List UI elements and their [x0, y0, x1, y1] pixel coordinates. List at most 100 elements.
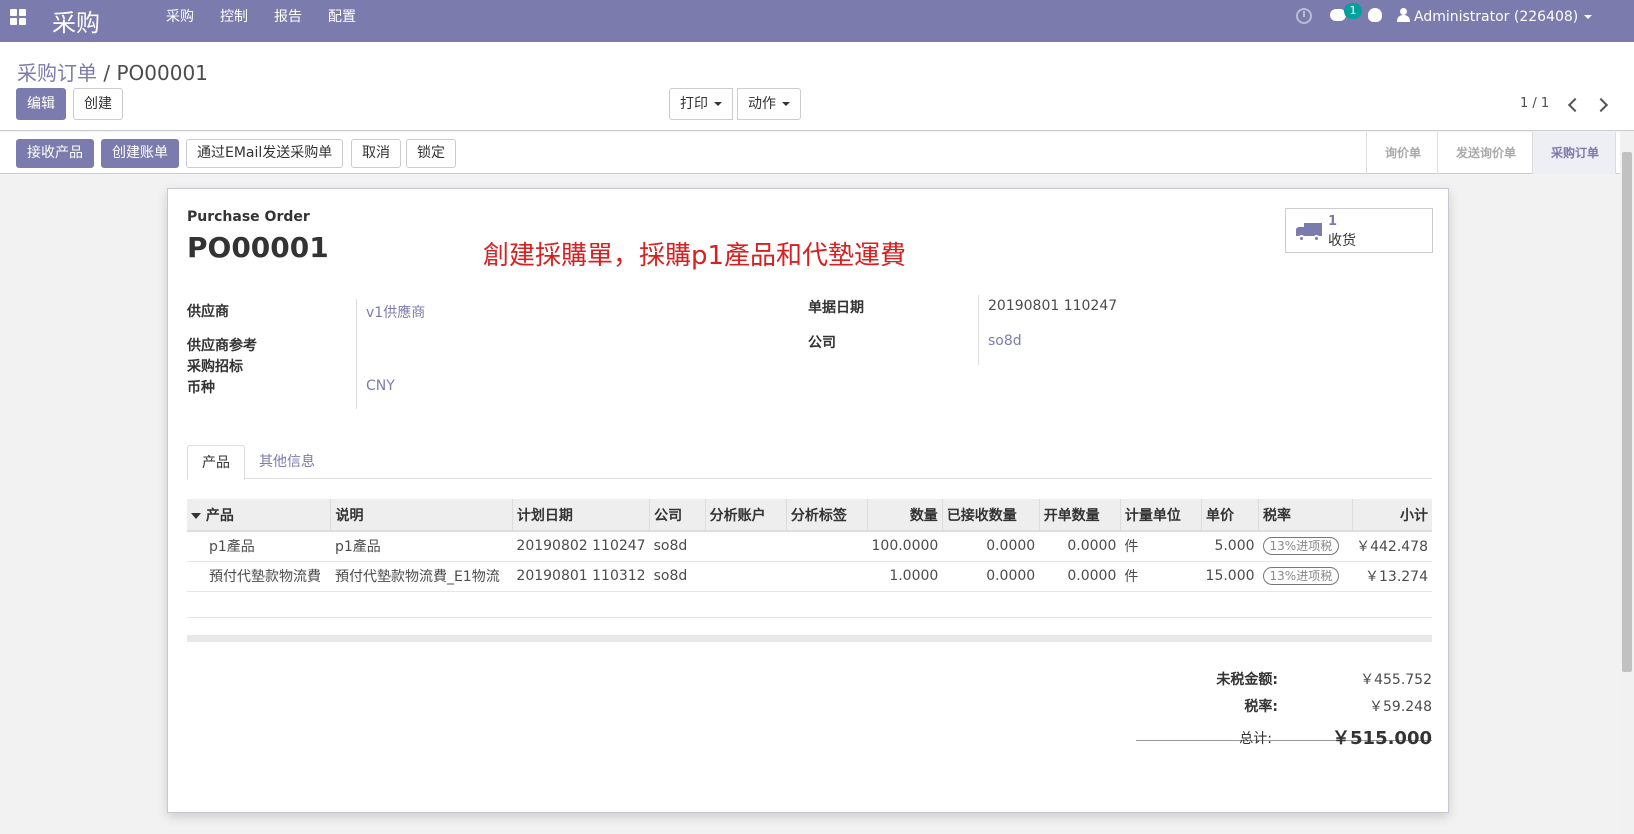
apps-menu-icon[interactable]: [10, 9, 26, 25]
cell-date: 20190801 110312: [512, 561, 650, 592]
form-sheet: Purchase Order PO00001 創建採購單，採購p1產品和代墊運費…: [167, 188, 1449, 813]
cell-billed: 0.0000: [1039, 531, 1121, 562]
receive-products-button[interactable]: 接收产品: [16, 139, 94, 168]
stage-rfq-sent[interactable]: 发送询价单: [1438, 132, 1533, 174]
cell-analytic-account: [705, 561, 787, 592]
debug-bug-icon[interactable]: [1368, 8, 1382, 22]
column-header[interactable]: 产品: [187, 499, 331, 532]
receipts-count: 1: [1328, 214, 1338, 229]
column-header[interactable]: 说明: [330, 499, 513, 532]
cancel-button[interactable]: 取消: [351, 139, 401, 168]
breadcrumb-separator: /: [103, 61, 111, 85]
cell-taxes: 13%进项税: [1258, 561, 1352, 592]
currency-field[interactable]: CNY: [366, 378, 395, 394]
stage-purchase-order[interactable]: 采购订单: [1532, 132, 1616, 174]
column-header[interactable]: 公司: [649, 499, 706, 532]
column-header[interactable]: 开单数量: [1038, 499, 1121, 532]
sort-down-icon: [191, 512, 201, 519]
column-header[interactable]: 小计: [1351, 499, 1432, 532]
column-header[interactable]: 分析标签: [785, 499, 868, 532]
breadcrumb-current: PO00001: [116, 61, 208, 85]
tax-badge: 13%进项税: [1262, 567, 1340, 585]
company-field[interactable]: so8d: [988, 333, 1022, 349]
field-divider: [356, 299, 357, 409]
lock-button[interactable]: 锁定: [406, 139, 456, 168]
column-header[interactable]: 分析账户: [704, 499, 787, 532]
cell-received: 0.0000: [942, 561, 1040, 592]
user-menu[interactable]: Administrator (226408): [1414, 0, 1593, 34]
breadcrumb: 采购订单 / PO00001: [17, 57, 208, 86]
cell-description: p1產品: [330, 531, 513, 562]
top-navbar: 采购 采购 控制 报告 配置 1 Administrator (226408): [0, 0, 1634, 42]
scrollbar-thumb[interactable]: [1622, 152, 1632, 672]
activity-clock-icon[interactable]: [1296, 8, 1312, 24]
cell-company: so8d: [649, 531, 706, 562]
table-header-row: 产品 说明 计划日期 公司 分析账户 分析标签 数量 已接收数量 开单数量 计量…: [187, 499, 1432, 532]
send-po-email-button[interactable]: 通过EMail发送采购单: [186, 139, 344, 168]
action-label: 动作: [748, 96, 776, 112]
notebook-tabs: 产品 其他信息: [187, 445, 1432, 480]
cell-quantity: 1.0000: [867, 561, 943, 592]
tab-other-info[interactable]: 其他信息: [245, 445, 329, 480]
menu-item-config[interactable]: 配置: [328, 0, 366, 42]
cell-subtotal: ￥13.274: [1352, 561, 1432, 592]
column-header[interactable]: 税率: [1258, 499, 1352, 532]
document-date-label: 单据日期: [808, 300, 864, 316]
cell-taxes: 13%进项税: [1258, 531, 1352, 562]
cell-uom: 件: [1120, 561, 1202, 592]
column-header[interactable]: 单价: [1201, 499, 1259, 532]
vendor-field[interactable]: v1供應商: [366, 302, 425, 322]
cell-billed: 0.0000: [1039, 561, 1121, 592]
document-type: Purchase Order: [187, 209, 310, 225]
untaxed-amount-label: 未税金额:: [1216, 672, 1278, 688]
receipts-label: 收货: [1328, 233, 1356, 249]
cell-analytic-tags: [786, 531, 868, 562]
cell-description: 預付代墊款物流費_E1物流: [330, 561, 513, 592]
menu-item-report[interactable]: 报告: [274, 0, 312, 42]
column-header[interactable]: 计量单位: [1119, 499, 1202, 532]
stage-rfq[interactable]: 询价单: [1367, 132, 1438, 174]
caret-down-icon: [1584, 15, 1593, 19]
chat-badge: 1: [1344, 3, 1362, 19]
order-lines-table: 产品 说明 计划日期 公司 分析账户 分析标签 数量 已接收数量 开单数量 计量…: [187, 499, 1432, 592]
cell-uom: 件: [1120, 531, 1202, 562]
document-date-field: 20190801 110247: [988, 298, 1118, 314]
action-dropdown[interactable]: 动作: [737, 88, 801, 120]
cell-product: 預付代墊款物流費: [187, 561, 331, 592]
tab-products[interactable]: 产品: [187, 445, 245, 480]
edit-button[interactable]: 编辑: [16, 88, 66, 120]
annotation-text: 創建採購單，採購p1產品和代墊運費: [483, 241, 907, 271]
breadcrumb-parent[interactable]: 采购订单: [17, 61, 97, 85]
table-footer: [187, 635, 1432, 642]
tax-amount-label: 税率:: [1244, 699, 1278, 715]
column-header[interactable]: 计划日期: [511, 499, 650, 532]
status-stages: 询价单 发送询价单 采购订单: [1365, 132, 1616, 174]
pager-next-icon[interactable]: [1593, 97, 1609, 113]
tax-badge: 13%进项税: [1262, 537, 1340, 556]
cell-quantity: 100.0000: [867, 531, 943, 562]
caret-down-icon: [782, 102, 790, 106]
cell-analytic-tags: [786, 561, 868, 592]
tax-amount-value: ￥59.248: [1369, 699, 1432, 715]
print-dropdown[interactable]: 打印: [669, 88, 733, 120]
menu-item-purchase[interactable]: 采购: [166, 0, 204, 42]
table-row[interactable]: p1產品 p1產品 20190802 110247 so8d 100.0000 …: [187, 531, 1432, 562]
column-header[interactable]: 已接收数量: [941, 499, 1040, 532]
print-label: 打印: [680, 96, 708, 112]
column-header[interactable]: 数量: [867, 499, 943, 532]
company-label: 公司: [808, 335, 836, 351]
control-panel: 采购订单 / PO00001 编辑 创建 打印 动作 1 / 1: [0, 42, 1634, 131]
receipts-smart-button[interactable]: 1 收货: [1285, 208, 1433, 253]
create-button[interactable]: 创建: [73, 88, 123, 120]
pager-previous-icon[interactable]: [1567, 97, 1583, 113]
user-icon: [1397, 8, 1410, 22]
pager-value: 1 / 1: [1520, 96, 1550, 111]
create-bill-button[interactable]: 创建账单: [101, 139, 179, 168]
cell-received: 0.0000: [942, 531, 1040, 562]
table-row[interactable]: 預付代墊款物流費 預付代墊款物流費_E1物流 20190801 110312 s…: [187, 561, 1432, 592]
status-bar: 接收产品 创建账单 通过EMail发送采购单 取消 锁定 询价单 发送询价单 采…: [0, 132, 1634, 174]
total-amount-value: ￥515.000: [1332, 728, 1432, 749]
cell-unit-price: 5.000: [1201, 531, 1259, 562]
vendor-reference-label: 供应商参考: [187, 338, 257, 354]
menu-item-control[interactable]: 控制: [220, 0, 258, 42]
